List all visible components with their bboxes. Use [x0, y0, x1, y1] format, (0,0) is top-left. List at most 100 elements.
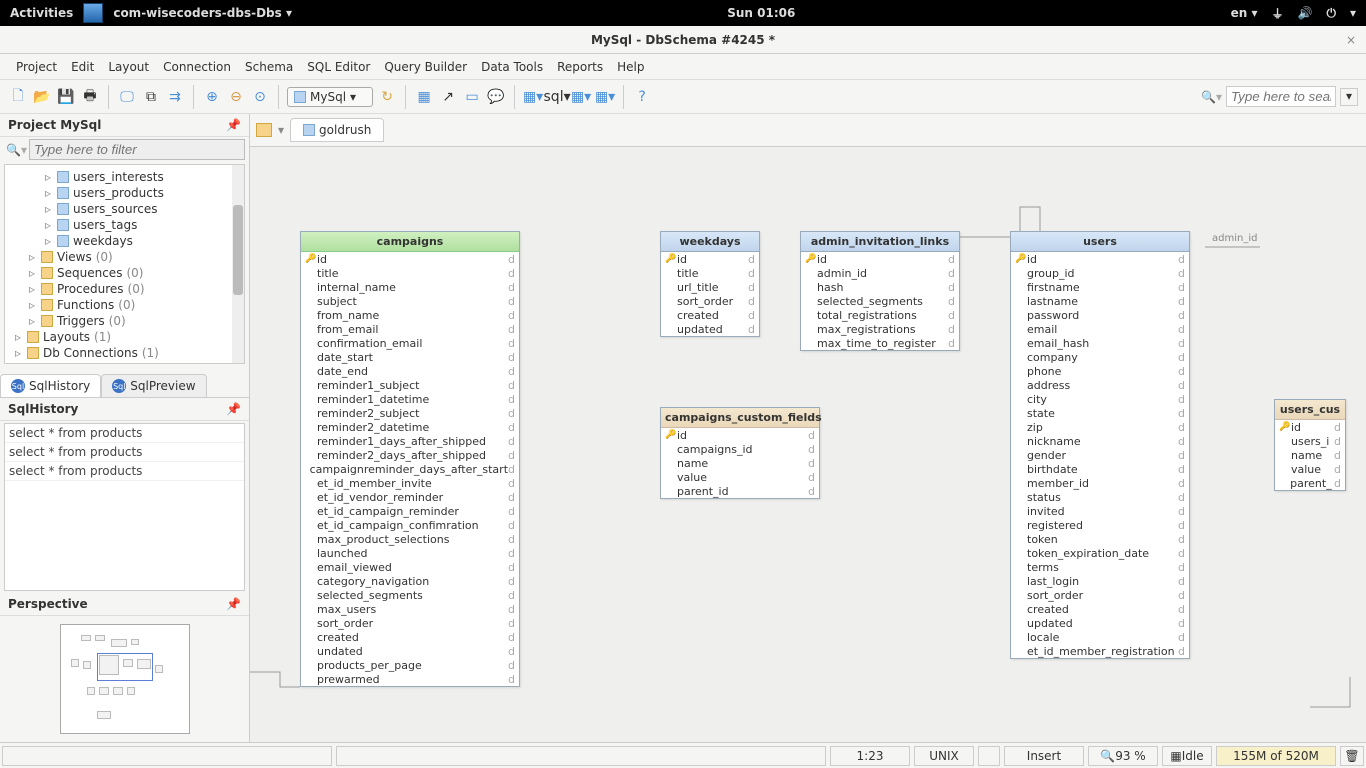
activities-button[interactable]: Activities — [10, 6, 73, 20]
clock[interactable]: Sun 01:06 — [292, 6, 1231, 20]
menu-connection[interactable]: Connection — [157, 57, 237, 77]
column[interactable]: max_registrationsd — [801, 322, 959, 336]
table-weekdays[interactable]: weekdays 🔑iddtitledurl_titledsort_orderd… — [660, 231, 760, 337]
column[interactable]: reminder2_days_after_shippedd — [301, 448, 519, 462]
diagram-canvas[interactable]: admin_id users_id weekdays 🔑iddtitledurl… — [250, 147, 1366, 742]
column[interactable]: max_time_to_registerd — [801, 336, 959, 350]
folder-icon[interactable] — [256, 123, 272, 137]
column[interactable]: undatedd — [301, 644, 519, 658]
column[interactable]: 🔑idd — [801, 252, 959, 266]
zoom-out-button[interactable]: ⊖ — [226, 87, 246, 107]
column[interactable]: stated — [1011, 406, 1189, 420]
tree-folder-procedures[interactable]: ▹Procedures (0) — [5, 281, 244, 297]
trash-icon[interactable]: 🗑 — [1340, 746, 1364, 766]
comment-button[interactable]: 💬 — [486, 87, 506, 107]
table-button[interactable]: ▦ — [414, 87, 434, 107]
column[interactable]: passwordd — [1011, 308, 1189, 322]
column[interactable]: birthdated — [1011, 462, 1189, 476]
schema-tree[interactable]: ▹users_interests ▹users_products ▹users_… — [4, 164, 245, 364]
tree-root-dbconnections[interactable]: ▹Db Connections (1) — [5, 345, 244, 361]
db-combo[interactable]: MySql ▾ — [287, 87, 373, 107]
menu-project[interactable]: Project — [10, 57, 63, 77]
tool2-button[interactable]: sql▾ — [547, 87, 567, 107]
column[interactable]: campaigns_idd — [661, 442, 819, 456]
column[interactable]: hashd — [801, 280, 959, 294]
column[interactable]: products_per_paged — [301, 658, 519, 672]
lang-indicator[interactable]: en ▾ — [1231, 6, 1258, 20]
open-button[interactable]: 📂 — [32, 87, 52, 107]
column[interactable]: total_registrationsd — [801, 308, 959, 322]
menu-schema[interactable]: Schema — [239, 57, 299, 77]
tree-table-item[interactable]: ▹weekdays — [5, 233, 244, 249]
column[interactable]: createdd — [661, 308, 759, 322]
column[interactable]: phoned — [1011, 364, 1189, 378]
monitor-button[interactable]: 🖵 — [117, 87, 137, 107]
column[interactable]: titled — [301, 266, 519, 280]
column[interactable]: parent_idd — [661, 484, 819, 498]
menu-edit[interactable]: Edit — [65, 57, 100, 77]
column[interactable]: sort_orderd — [301, 616, 519, 630]
column[interactable]: et_id_vendor_reminderd — [301, 490, 519, 504]
history-item[interactable]: select * from products — [5, 462, 244, 481]
column[interactable]: 🔑idd — [661, 252, 759, 266]
column[interactable]: category_navigationd — [301, 574, 519, 588]
table-users[interactable]: users 🔑iddgroup_iddfirstnamedlastnamedpa… — [1010, 231, 1190, 659]
column[interactable]: cityd — [1011, 392, 1189, 406]
tab-goldrush[interactable]: goldrush — [290, 118, 384, 142]
tree-folder-views[interactable]: ▹Views (0) — [5, 249, 244, 265]
history-item[interactable]: select * from products — [5, 443, 244, 462]
column[interactable]: reminder1_subjectd — [301, 378, 519, 392]
menu-layout[interactable]: Layout — [102, 57, 155, 77]
tree-table-item[interactable]: ▹users_tags — [5, 217, 244, 233]
column[interactable]: updatedd — [661, 322, 759, 336]
tool4-button[interactable]: ▦▾ — [595, 87, 615, 107]
pin-icon[interactable]: 📌 — [226, 118, 241, 132]
wifi-icon[interactable]: ⏚ — [1272, 5, 1284, 22]
column[interactable]: from_named — [301, 308, 519, 322]
column[interactable]: named — [661, 456, 819, 470]
column[interactable]: reminder2_subjectd — [301, 406, 519, 420]
column[interactable]: max_usersd — [301, 602, 519, 616]
column[interactable]: zipd — [1011, 420, 1189, 434]
column[interactable]: invitedd — [1011, 504, 1189, 518]
column[interactable]: url_titled — [661, 280, 759, 294]
column[interactable]: et_id_campaign_reminderd — [301, 504, 519, 518]
column[interactable]: campaignreminder_days_after_startd — [301, 462, 519, 476]
menu-data-tools[interactable]: Data Tools — [475, 57, 549, 77]
column[interactable]: from_emaild — [301, 322, 519, 336]
column[interactable]: 🔑idd — [301, 252, 519, 266]
column[interactable]: reminder1_days_after_shippedd — [301, 434, 519, 448]
column[interactable]: registeredd — [1011, 518, 1189, 532]
power-icon[interactable]: ⏻ — [1326, 6, 1336, 21]
column[interactable]: createdd — [301, 630, 519, 644]
column[interactable]: admin_idd — [801, 266, 959, 280]
tree-table-item[interactable]: ▹users_sources — [5, 201, 244, 217]
column[interactable]: addressd — [1011, 378, 1189, 392]
column[interactable]: et_id_member_registrationd — [1011, 644, 1189, 658]
menu-help[interactable]: Help — [611, 57, 650, 77]
arrow-button[interactable]: ↗ — [438, 87, 458, 107]
table-campaigns[interactable]: campaigns 🔑iddtitledinternal_namedsubjec… — [300, 231, 520, 687]
column[interactable]: sort_orderd — [1011, 588, 1189, 602]
column[interactable]: launchedd — [301, 546, 519, 560]
column[interactable]: reminder1_datetimed — [301, 392, 519, 406]
filter-input[interactable] — [29, 139, 245, 160]
window-button[interactable]: ▭ — [462, 87, 482, 107]
column[interactable]: date_endd — [301, 364, 519, 378]
column[interactable]: statusd — [1011, 490, 1189, 504]
pin-icon[interactable]: 📌 — [226, 597, 241, 611]
column[interactable]: group_idd — [1011, 266, 1189, 280]
column[interactable]: 🔑idd — [1011, 252, 1189, 266]
refresh-button[interactable]: ↻ — [377, 87, 397, 107]
tree-folder-triggers[interactable]: ▹Triggers (0) — [5, 313, 244, 329]
column[interactable]: email_viewedd — [301, 560, 519, 574]
column[interactable]: tokend — [1011, 532, 1189, 546]
search-dropdown[interactable]: ▾ — [1340, 88, 1358, 106]
chevron-down-icon[interactable]: ▾ — [278, 123, 284, 137]
volume-icon[interactable]: 🔊 — [1298, 6, 1313, 20]
column[interactable]: selected_segmentsd — [801, 294, 959, 308]
column[interactable]: updatedd — [1011, 616, 1189, 630]
dropdown-icon[interactable]: ▾ — [1350, 6, 1356, 20]
tree-root-layouts[interactable]: ▹Layouts (1) — [5, 329, 244, 345]
column[interactable]: localed — [1011, 630, 1189, 644]
